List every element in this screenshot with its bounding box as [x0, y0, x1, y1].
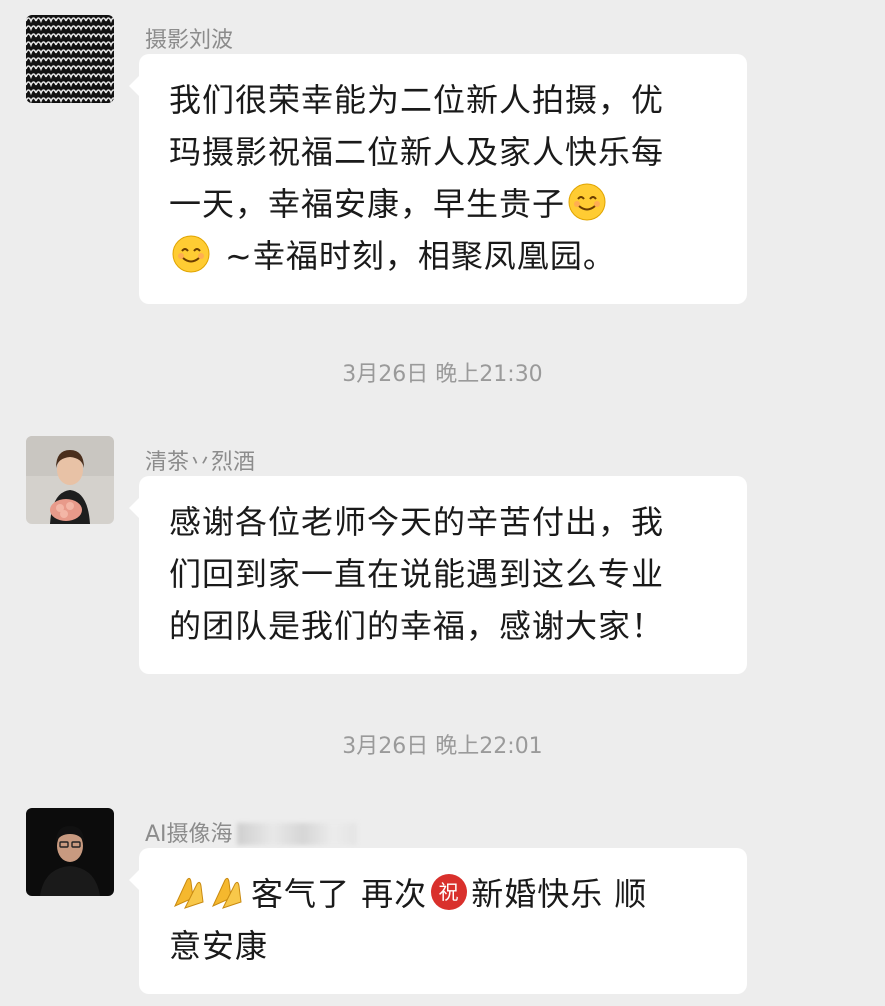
message-line: 感谢各位老师今天的辛苦付出，我 [169, 503, 665, 541]
timestamp: 3月26日 晚上21:30 [342, 362, 543, 387]
message-bubble[interactable]: 我们很荣幸能为二位新人拍摄，优 玛摄影祝福二位新人及家人快乐每 一天，幸福安康，… [129, 54, 747, 304]
message-line: 我们很荣幸能为二位新人拍摄，优 [169, 81, 665, 119]
folded-hands-icon [171, 872, 211, 912]
message-line: 玛摄影祝福二位新人及家人快乐每 [169, 133, 665, 171]
timestamp: 3月26日 晚上22:01 [342, 734, 543, 759]
message-text: 客气了 再次 [251, 875, 428, 913]
message-bubble[interactable]: 客气了 再次祝新婚快乐 顺 意安康 [129, 848, 747, 994]
blurred-name-mask [236, 823, 357, 845]
message-line: 一天，幸福安康，早生贵子 [169, 178, 717, 230]
message-text: ~幸福时刻，相聚凤凰园。 [225, 237, 616, 275]
avatar-aisheixiang[interactable] [26, 808, 114, 896]
congratulations-icon: 祝 [429, 872, 469, 912]
avatar-qingcha[interactable] [26, 436, 114, 524]
message-line: ~幸福时刻，相聚凤凰园。 [169, 230, 717, 282]
sender-name: 清茶丷烈酒 [145, 450, 256, 475]
message-line: 意安康 [169, 927, 269, 965]
sender-name: AI摄像海 [145, 816, 357, 848]
message-line: 们回到家一直在说能遇到这么专业 [169, 555, 665, 593]
smiling-face-icon [171, 234, 211, 274]
message-bubble[interactable]: 感谢各位老师今天的辛苦付出，我 们回到家一直在说能遇到这么专业 的团队是我们的幸… [129, 476, 747, 674]
smiling-face-icon [567, 182, 607, 222]
folded-hands-icon [209, 872, 249, 912]
avatar-liubo[interactable] [26, 15, 114, 103]
message-line: 的团队是我们的幸福，感谢大家！ [169, 607, 665, 645]
message-line: 客气了 再次祝新婚快乐 顺 [169, 868, 717, 920]
svg-text:祝: 祝 [439, 880, 460, 904]
message-text: 新婚快乐 顺 [471, 875, 648, 913]
sender-name-text: AI摄像海 [145, 822, 233, 847]
sender-name: 摄影刘波 [145, 28, 234, 53]
message-text: 一天，幸福安康，早生贵子 [169, 185, 566, 223]
